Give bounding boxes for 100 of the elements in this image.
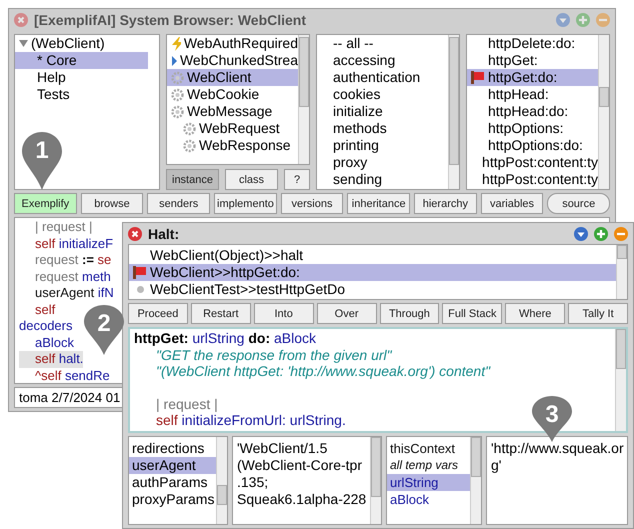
- toolbar-button[interactable]: browse: [80, 193, 144, 214]
- toggle-button[interactable]: class: [225, 169, 278, 190]
- scrollbar[interactable]: [370, 437, 381, 524]
- gear-icon: [171, 104, 184, 118]
- category-item[interactable]: sending: [317, 171, 448, 188]
- scrollbar[interactable]: [216, 437, 227, 524]
- method-item[interactable]: httpOptions:: [467, 120, 598, 137]
- toolbar-button[interactable]: source: [547, 193, 610, 214]
- stack-frame[interactable]: WebClientTest>>testHttpGetDo: [129, 281, 616, 298]
- close-icon[interactable]: [14, 13, 28, 27]
- method-item[interactable]: httpHead:: [467, 86, 598, 103]
- code-line: self: [34, 302, 56, 318]
- class-item[interactable]: WebChunkedStrea: [167, 52, 298, 69]
- method-item[interactable]: httpPost:content:ty: [467, 154, 598, 171]
- category-item[interactable]: authentication: [317, 69, 448, 86]
- field-item[interactable]: all temp vars: [387, 457, 471, 474]
- field-item[interactable]: proxyParams: [129, 491, 217, 508]
- plus-icon[interactable]: [576, 13, 590, 27]
- debug-button[interactable]: Into: [254, 303, 314, 324]
- package-item[interactable]: * Core: [15, 52, 148, 69]
- toolbar-button[interactable]: versions: [280, 193, 344, 214]
- field-item[interactable]: userAgent: [129, 457, 217, 474]
- dot-icon: [136, 286, 144, 293]
- debug-button[interactable]: Restart: [190, 303, 251, 324]
- field-item[interactable]: authParams: [129, 474, 217, 491]
- scrollbar[interactable]: [598, 35, 609, 189]
- marker-number: 3: [545, 401, 559, 429]
- scrollbar[interactable]: [616, 245, 627, 299]
- minus-icon[interactable]: [596, 13, 610, 27]
- category-item[interactable]: -- all --: [317, 35, 448, 52]
- category-item[interactable]: proxy: [317, 154, 448, 171]
- expanded-triangle-icon[interactable]: [19, 39, 28, 48]
- class-item[interactable]: WebClient: [167, 69, 298, 86]
- code-line: "GET the response from the given url": [155, 346, 392, 363]
- scrollbar[interactable]: [448, 35, 459, 189]
- gear-icon: [183, 122, 196, 136]
- category-item[interactable]: initialize: [317, 103, 448, 120]
- field-item[interactable]: urlString: [387, 474, 471, 491]
- category-item[interactable]: accessing: [317, 52, 448, 69]
- window-title: Halt:: [148, 226, 180, 242]
- down-icon[interactable]: [556, 13, 570, 27]
- value-text: .135;: [236, 474, 270, 491]
- scrollbar[interactable]: [615, 329, 626, 431]
- toggle-button[interactable]: ?: [284, 169, 310, 190]
- package-item[interactable]: (WebClient): [15, 35, 148, 52]
- code-line: request := se: [34, 252, 112, 268]
- debug-button[interactable]: Tally It: [568, 303, 628, 324]
- minus-icon[interactable]: [614, 227, 628, 241]
- toolbar-button[interactable]: senders: [147, 193, 210, 214]
- class-item[interactable]: WebMessage: [167, 103, 298, 120]
- value-pane[interactable]: 'WebClient/1.5 (WebClient-Core-tpr .135; Squeak6.1alpha-228: [232, 436, 382, 525]
- toolbar-button[interactable]: implemento: [214, 193, 277, 214]
- debug-button[interactable]: Through: [380, 303, 440, 324]
- method-item[interactable]: httpGet:do:: [467, 69, 598, 86]
- method-item[interactable]: httpOptions:do:: [467, 137, 598, 154]
- value-text: 'http://www.squeak.or: [490, 440, 625, 457]
- code-line: self initializeFromUrl: urlString.: [155, 412, 346, 428]
- flag-icon: [133, 266, 147, 279]
- value-pane[interactable]: 'http://www.squeak.or g': [486, 436, 628, 525]
- class-item[interactable]: WebAuthRequired: [167, 35, 298, 52]
- class-item[interactable]: WebResponse: [167, 137, 298, 154]
- value-text: Squeak6.1alpha-228: [236, 491, 368, 508]
- scrollbar[interactable]: [298, 35, 309, 164]
- gear-icon: [183, 138, 196, 152]
- stack-frame[interactable]: WebClient(Object)>>halt: [129, 247, 616, 264]
- package-item[interactable]: Help: [15, 69, 148, 86]
- toolbar-button[interactable]: Exemplify: [14, 193, 77, 214]
- field-item[interactable]: thisContext: [387, 440, 471, 457]
- category-item[interactable]: cookies: [317, 86, 448, 103]
- marker-number: 2: [97, 310, 111, 338]
- debug-button[interactable]: Full Stack: [442, 303, 502, 324]
- toolbar-button[interactable]: hierarchy: [414, 193, 477, 214]
- class-item[interactable]: WebCookie: [167, 86, 298, 103]
- lightning-icon: [171, 36, 181, 50]
- category-item[interactable]: methods: [317, 120, 448, 137]
- class-item[interactable]: WebRequest: [167, 120, 298, 137]
- toggle-button[interactable]: instance: [166, 169, 219, 190]
- value-text: (WebClient-Core-tpr: [236, 457, 363, 474]
- field-item[interactable]: aBlock: [387, 491, 471, 508]
- code-line: | request |: [34, 219, 92, 236]
- down-icon[interactable]: [574, 227, 588, 241]
- scrollbar[interactable]: [470, 437, 481, 524]
- value-text: 'WebClient/1.5: [236, 440, 328, 457]
- marker-number: 1: [35, 137, 49, 165]
- close-icon[interactable]: [128, 227, 142, 241]
- method-item[interactable]: httpDelete:do:: [467, 35, 598, 52]
- method-item[interactable]: httpPost:content:ty: [467, 171, 598, 188]
- package-item[interactable]: Tests: [15, 86, 148, 103]
- category-item[interactable]: printing: [317, 137, 448, 154]
- method-item[interactable]: httpGet:: [467, 52, 598, 69]
- debug-button[interactable]: Proceed: [128, 303, 188, 324]
- debug-button[interactable]: Where: [505, 303, 566, 324]
- method-item[interactable]: httpHead:do:: [467, 103, 598, 120]
- debug-button[interactable]: Over: [316, 303, 376, 324]
- toolbar-button[interactable]: inheritance: [347, 193, 410, 214]
- field-item[interactable]: redirections: [129, 440, 217, 457]
- toolbar-button[interactable]: variables: [480, 193, 544, 214]
- stack-frame[interactable]: WebClient>>httpGet:do:: [129, 264, 616, 281]
- plus-icon[interactable]: [594, 227, 608, 241]
- code-line: | request |: [155, 396, 218, 412]
